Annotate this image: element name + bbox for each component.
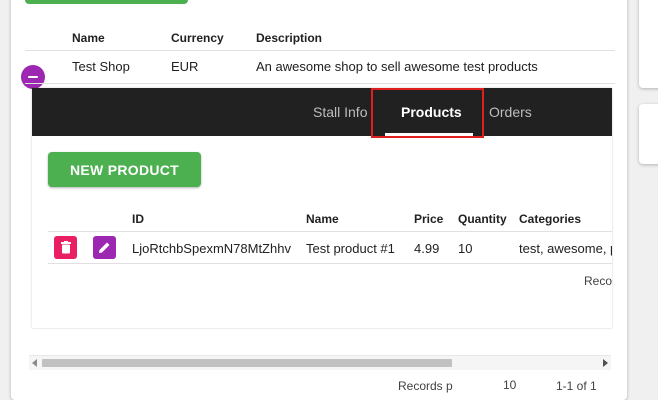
divider <box>48 231 612 232</box>
product-quantity: 10 <box>458 241 473 256</box>
delete-product-button[interactable] <box>54 236 77 259</box>
records-per-page-label: Reco <box>584 274 613 288</box>
bottom-records-label: Records p <box>398 379 453 393</box>
col-header-quantity: Quantity <box>458 212 507 226</box>
col-header-categories: Categories <box>519 212 582 226</box>
product-price: 4.99 <box>414 241 440 256</box>
scroll-right-arrow-icon[interactable] <box>603 359 608 367</box>
col-header-product-name: Name <box>306 212 339 226</box>
shop-description: An awesome shop to sell awesome test pro… <box>256 59 538 74</box>
bottom-range-label: 1-1 of 1 <box>556 379 597 393</box>
shop-name: Test Shop <box>72 59 130 74</box>
side-card-top <box>639 0 658 88</box>
divider <box>25 83 615 84</box>
product-categories: test, awesome, p <box>519 241 612 256</box>
tab-bar: Stall Info Products Orders <box>32 88 612 136</box>
side-card-bottom <box>639 104 658 164</box>
divider <box>25 50 615 51</box>
col-header-description: Description <box>256 31 323 45</box>
scrollbar-thumb[interactable] <box>42 359 452 367</box>
shop-currency: EUR <box>171 59 199 74</box>
product-id: LjoRtchbSpexmN78MtZhhv <box>132 241 291 256</box>
highlight-box <box>371 88 484 138</box>
scroll-left-arrow-icon[interactable] <box>32 359 37 367</box>
tab-orders[interactable]: Orders <box>489 88 532 136</box>
horizontal-scrollbar[interactable] <box>29 355 611 370</box>
pencil-icon <box>99 242 110 253</box>
col-header-id: ID <box>132 212 144 226</box>
product-name: Test product #1 <box>306 241 395 256</box>
col-header-price: Price <box>414 212 444 226</box>
top-action-button[interactable] <box>25 0 188 4</box>
minus-icon <box>28 76 38 78</box>
trash-icon <box>60 241 71 254</box>
col-header-currency: Currency <box>171 31 224 45</box>
collapse-row-button[interactable] <box>21 65 45 89</box>
tab-stall-info[interactable]: Stall Info <box>313 88 367 136</box>
divider <box>48 263 612 264</box>
bottom-rows-select[interactable]: 10 <box>503 378 516 392</box>
new-product-button[interactable]: NEW PRODUCT <box>48 152 201 187</box>
edit-product-button[interactable] <box>93 236 116 259</box>
col-header-name: Name <box>72 31 105 45</box>
